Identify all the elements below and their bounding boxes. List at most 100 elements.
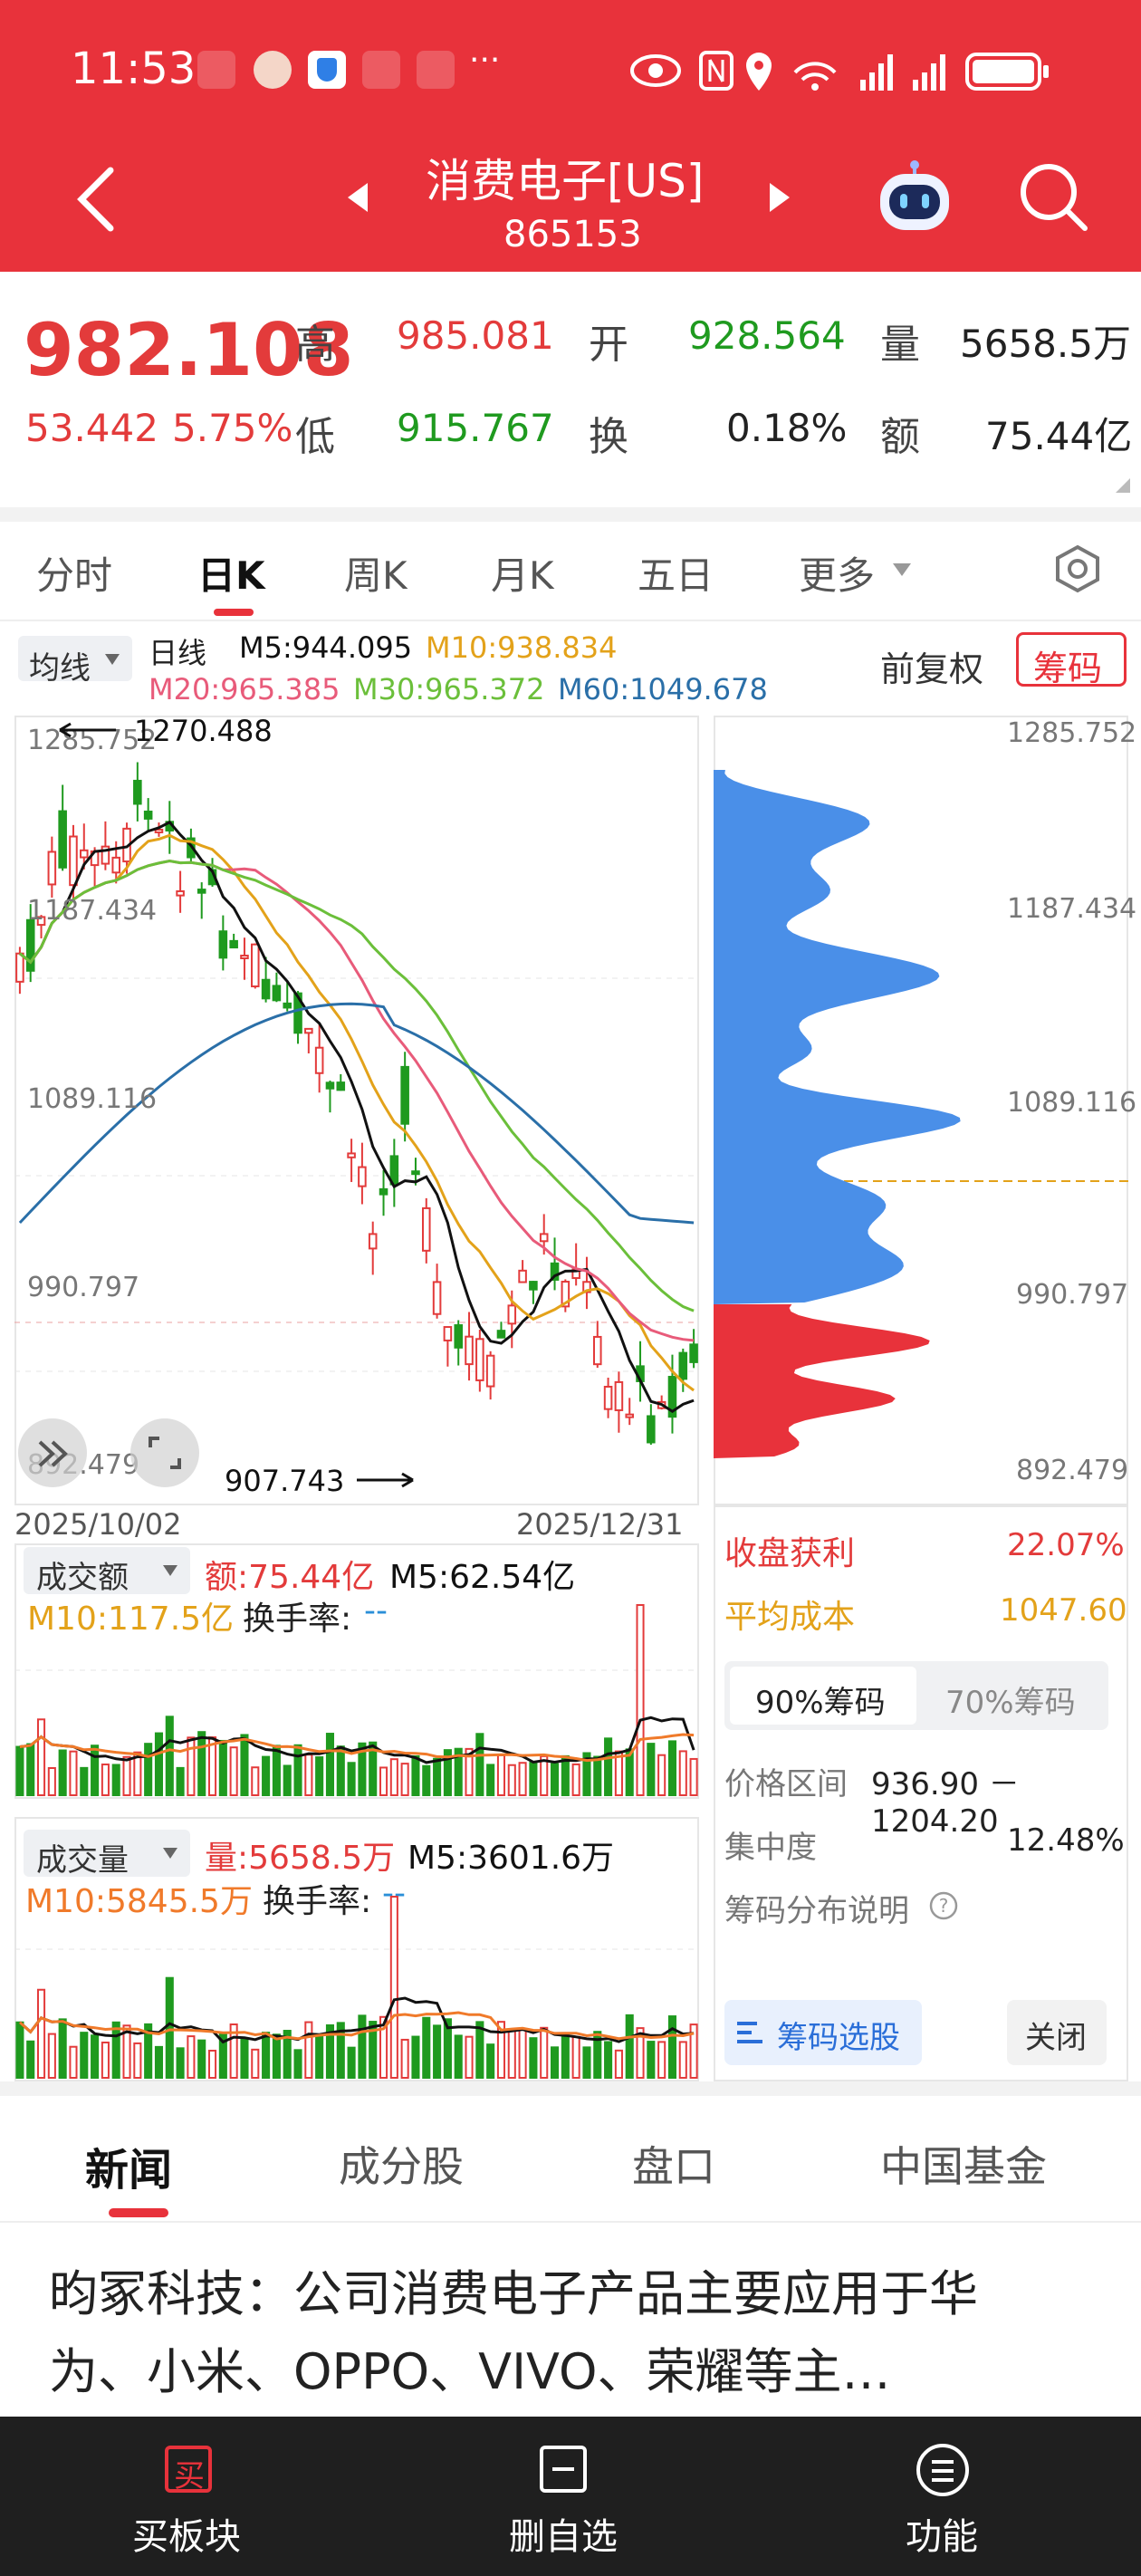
tab-weekly-k[interactable]: 周K [344, 545, 408, 601]
chip-toggle-button[interactable]: 筹码 [1016, 632, 1127, 688]
kline-ytick-3: 1089.116 [27, 1083, 158, 1115]
quote-panel: 982.108 53.442 5.75% 高 985.081 低 915.767… [0, 272, 1141, 507]
tab-monthly-k[interactable]: 月K [491, 545, 554, 601]
volume-bar [262, 1755, 271, 1797]
tab-five-day[interactable]: 五日 [638, 545, 714, 601]
candle-body [347, 1152, 356, 1158]
profit-label: 收盘获利 [724, 1535, 856, 1572]
buy-sector-icon[interactable]: 买 [165, 2446, 212, 2494]
tab-china-fund[interactable]: 中国基金 [880, 2134, 1047, 2194]
chip-close-label: 关闭 [1025, 2020, 1087, 2056]
high-label: 高 [295, 322, 335, 368]
nav-remove-watchlist[interactable]: 删自选 [509, 2507, 618, 2560]
volume-bar [187, 1736, 196, 1797]
nav-functions[interactable]: 功能 [906, 2507, 978, 2560]
vol-ma5-line [19, 1716, 695, 1764]
volume-bar [389, 1758, 398, 1796]
chip-close-button[interactable]: 关闭 [1007, 2000, 1107, 2065]
candle-body [154, 828, 164, 833]
candle-body [15, 952, 24, 983]
robot-assistant-icon[interactable] [873, 159, 956, 235]
menu-line-1 [932, 2460, 954, 2464]
adjust-mode[interactable]: 前复权 [880, 641, 983, 691]
low-value: 915.767 [397, 406, 554, 450]
settings-hex-icon[interactable] [1052, 543, 1103, 594]
more-notifications-icon: ··· [469, 42, 501, 79]
volume-bar [636, 1604, 645, 1796]
tab-more[interactable]: 更多 [799, 545, 875, 601]
candle-body [283, 1002, 292, 1009]
volume-bar [101, 1764, 110, 1796]
volume-bar [657, 1754, 666, 1796]
volume-bar [197, 2039, 206, 2080]
back-arrow-icon[interactable] [74, 163, 120, 235]
candle-body [69, 835, 78, 887]
tab-chip-90[interactable]: 90%筹码 [730, 1667, 916, 1725]
huawei-app-icon-2 [417, 51, 455, 89]
kline-max-label: 1270.488 [134, 714, 273, 748]
legend-m5: M5:944.095 [239, 630, 413, 665]
candle-body [465, 1335, 474, 1366]
volume-bar [304, 1754, 313, 1797]
chip-explain-link[interactable]: 筹码分布说明 [724, 1886, 909, 1930]
page-title: 消费电子[US] [426, 155, 705, 207]
volume-bar [358, 2014, 367, 2079]
chip-ytick-3: 1089.116 [1007, 1087, 1137, 1119]
volume-bar [614, 2049, 623, 2080]
avg-cost-label: 平均成本 [724, 1599, 856, 1636]
nav-buy-sector[interactable]: 买板块 [132, 2507, 241, 2560]
candle-body [47, 851, 57, 886]
legend-m20: M20:965.385 [149, 672, 340, 706]
fullscreen-button[interactable] [130, 1418, 199, 1487]
tab-intraday[interactable]: 分时 [36, 545, 112, 601]
candle-body [314, 1046, 324, 1074]
volume-bar [571, 1763, 580, 1796]
volume-bar [336, 1745, 345, 1796]
candle-body [358, 1166, 367, 1187]
tab-news[interactable]: 新闻 [85, 2134, 172, 2197]
volume-bar [454, 2034, 463, 2080]
tab-order-book[interactable]: 盘口 [632, 2134, 715, 2194]
next-stock-icon[interactable] [766, 179, 793, 216]
remove-watchlist-icon[interactable] [540, 2446, 587, 2493]
tab-daily-k[interactable]: 日K [197, 545, 265, 601]
volume-bar [593, 1755, 602, 1797]
volume-bar [433, 1757, 442, 1797]
volume-bar [187, 2035, 196, 2079]
candle-body [647, 1415, 656, 1444]
concentration-label: 集中度 [724, 1830, 817, 1866]
prev-stock-icon[interactable] [344, 179, 371, 216]
ma-selector[interactable]: 均线 [18, 636, 132, 687]
candle-body [304, 1027, 313, 1034]
volume-bar [496, 1754, 506, 1796]
chip-select-button[interactable]: 筹码选股 [724, 2000, 922, 2065]
candle-body [422, 1206, 431, 1252]
info-tabs: 新闻 成分股 盘口 中国基金 [0, 2096, 1141, 2223]
expand-corner-icon[interactable] [1114, 476, 1132, 495]
search-icon[interactable] [1018, 161, 1090, 234]
candle-body [625, 1413, 634, 1418]
expand-chart-button[interactable] [18, 1418, 87, 1487]
candle-body [454, 1324, 463, 1349]
tab-chip-90-label: 90%筹码 [755, 1685, 886, 1721]
tab-chip-70[interactable]: 70%筹码 [945, 1677, 1076, 1722]
volume-bar [207, 2049, 217, 2079]
chip-ytick-2: 1187.434 [1007, 893, 1137, 925]
news-headline[interactable]: 昀冢科技：公司消费电子产品主要应用于华为、小米、OPPO、VIVO、荣耀等主… [49, 2255, 1072, 2409]
volume-bar [411, 2035, 420, 2079]
help-icon[interactable]: ? [927, 1889, 960, 1922]
amount-chart [14, 1604, 699, 1797]
candle-body [496, 1330, 506, 1339]
volume-bar [411, 1754, 420, 1796]
candle-body [133, 779, 142, 805]
candle-body [443, 1326, 453, 1341]
tab-constituents[interactable]: 成分股 [339, 2134, 464, 2194]
avatar-icon [254, 51, 292, 89]
kline-ytick-4: 990.797 [27, 1272, 140, 1303]
volume-bar [251, 2048, 260, 2080]
volume-bar [315, 1756, 324, 1797]
candle-body [539, 1233, 549, 1243]
status-time: 11:53 [71, 43, 197, 94]
functions-icon[interactable] [916, 2444, 969, 2496]
buy-sector-icon-glyph: 买 [174, 2458, 205, 2494]
